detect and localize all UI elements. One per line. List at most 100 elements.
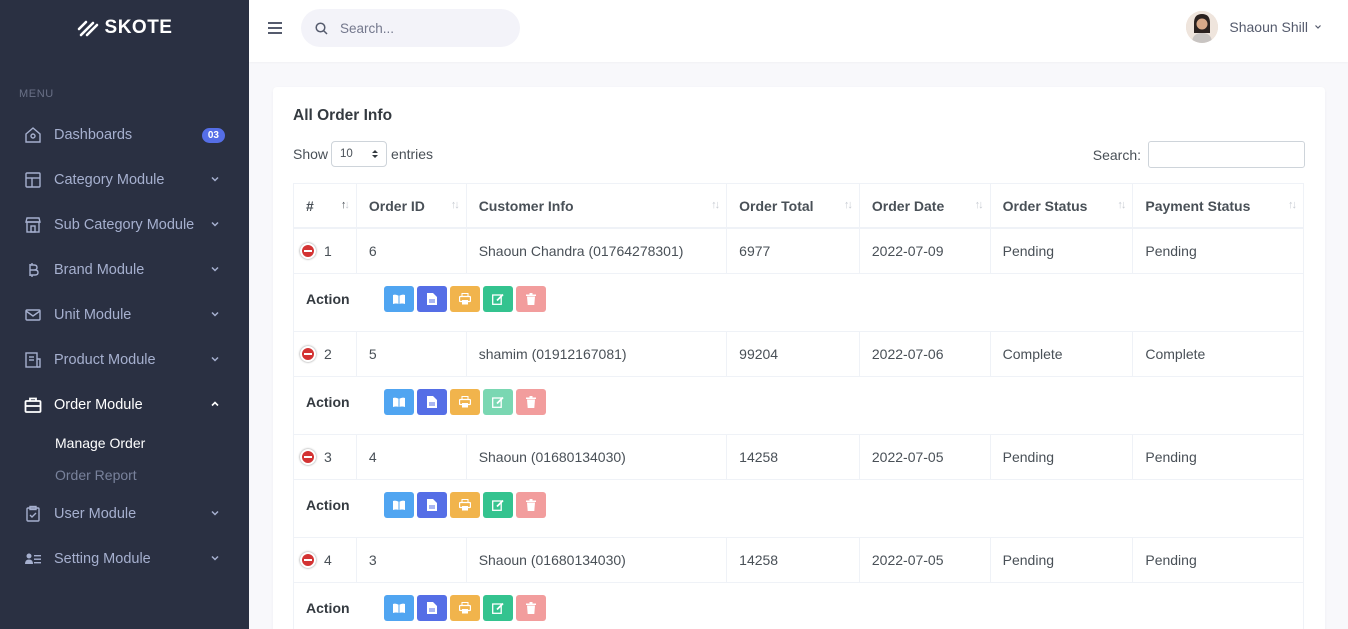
- invoice-button[interactable]: [417, 491, 447, 518]
- th-number[interactable]: # ↑↓: [294, 184, 357, 227]
- chevron-down-icon: [211, 510, 219, 516]
- date-cell: 2022-07-09: [860, 229, 991, 273]
- table-row[interactable]: 3 4 Shaoun (01680134030) 14258 2022-07-0…: [293, 435, 1304, 480]
- sidebar-item-user-module[interactable]: User Module: [0, 491, 249, 536]
- sidebar-item-order-module[interactable]: Order Module: [0, 382, 249, 427]
- sidebar-item-label: Sub Category Module: [54, 216, 195, 233]
- receipt-icon: [24, 351, 42, 369]
- table-row[interactable]: 1 6 Shaoun Chandra (01764278301) 6977 20…: [293, 229, 1304, 274]
- total-cell: 14258: [727, 435, 860, 479]
- sidebar-item-dashboards[interactable]: Dashboards 03: [0, 112, 249, 157]
- file-icon: [427, 498, 437, 511]
- delete-button[interactable]: [516, 491, 546, 518]
- sidebar-item-brand-module[interactable]: Brand Module: [0, 247, 249, 292]
- submenu-manage-order[interactable]: Manage Order: [0, 427, 249, 459]
- customer-cell: Shaoun (01680134030): [467, 435, 728, 479]
- th-order-total[interactable]: Order Total ↑↓: [727, 184, 860, 227]
- print-button[interactable]: [450, 285, 480, 312]
- print-button[interactable]: [450, 491, 480, 518]
- th-payment-status[interactable]: Payment Status ↑↓: [1133, 184, 1303, 227]
- th-customer-info[interactable]: Customer Info ↑↓: [467, 184, 728, 227]
- payment-status-cell: Pending: [1145, 449, 1197, 465]
- sidebar-item-sub-category-module[interactable]: Sub Category Module: [0, 202, 249, 247]
- printer-icon: [459, 395, 471, 407]
- table-row[interactable]: 4 3 Shaoun (01680134030) 14258 2022-07-0…: [293, 538, 1304, 583]
- action-buttons: [384, 388, 546, 415]
- collapse-icon[interactable]: [300, 346, 316, 362]
- search-icon: [315, 21, 328, 35]
- sidebar-item-label: User Module: [54, 505, 137, 522]
- total-cell: 6977: [727, 229, 860, 273]
- table-search-label: Search:: [1092, 146, 1141, 163]
- chevron-down-icon: [211, 176, 219, 182]
- sidebar-item-unit-module[interactable]: Unit Module: [0, 292, 249, 337]
- chevron-down-icon: [1315, 25, 1321, 29]
- user-dropdown[interactable]: Shaoun Shill: [1186, 11, 1322, 43]
- th-order-status[interactable]: Order Status ↑↓: [991, 184, 1134, 227]
- view-button[interactable]: [384, 594, 414, 621]
- action-label: Action: [306, 599, 350, 616]
- order-status-cell: Pending: [991, 538, 1134, 582]
- row-number-cell: 2: [294, 332, 357, 376]
- view-button[interactable]: [384, 388, 414, 415]
- book-open-icon: [393, 603, 405, 613]
- edit-icon: [492, 396, 504, 408]
- card-title: All Order Info: [293, 107, 393, 124]
- edit-button[interactable]: [483, 594, 513, 621]
- users-list-icon: [24, 550, 42, 568]
- book-open-icon: [393, 294, 405, 304]
- print-button[interactable]: [450, 594, 480, 621]
- user-name: Shaoun Shill: [1229, 19, 1308, 35]
- action-label: Action: [306, 496, 350, 513]
- topbar-search[interactable]: [301, 9, 520, 47]
- entries-value: 10: [340, 148, 353, 160]
- delete-button[interactable]: [516, 388, 546, 415]
- select-arrows-icon: [372, 150, 379, 158]
- invoice-button[interactable]: [417, 285, 447, 312]
- sidebar-item-label: Category Module: [54, 171, 165, 188]
- delete-button[interactable]: [516, 285, 546, 312]
- sort-icon: ↑↓: [340, 199, 350, 211]
- sidebar-item-label: Unit Module: [54, 306, 132, 323]
- invoice-button[interactable]: [417, 388, 447, 415]
- table-row[interactable]: 2 5 shamim (01912167081) 99204 2022-07-0…: [293, 332, 1304, 377]
- order-id-cell: 3: [357, 538, 467, 582]
- collapse-icon[interactable]: [300, 552, 316, 568]
- collapse-icon[interactable]: [300, 449, 316, 465]
- submenu-order-report[interactable]: Order Report: [0, 459, 249, 491]
- edit-icon: [492, 293, 504, 305]
- print-button[interactable]: [450, 388, 480, 415]
- action-buttons: [384, 594, 546, 621]
- show-entries: Show 10 entries: [293, 141, 433, 167]
- action-buttons: [384, 491, 546, 518]
- date-cell: 2022-07-05: [860, 538, 991, 582]
- row-actions: Action: [293, 480, 1304, 538]
- view-button[interactable]: [384, 285, 414, 312]
- invoice-button[interactable]: [417, 594, 447, 621]
- table-search-input[interactable]: [1148, 141, 1305, 168]
- collapse-icon[interactable]: [300, 243, 316, 259]
- edit-button[interactable]: [483, 285, 513, 312]
- edit-button[interactable]: [483, 491, 513, 518]
- th-order-date[interactable]: Order Date ↑↓: [860, 184, 991, 227]
- sidebar-item-category-module[interactable]: Category Module: [0, 157, 249, 202]
- date-cell: 2022-07-05: [860, 435, 991, 479]
- order-status-cell: Pending: [991, 229, 1134, 273]
- row-number: 2: [324, 346, 332, 362]
- sidebar-item-product-module[interactable]: Product Module: [0, 337, 249, 382]
- search-input[interactable]: [340, 20, 490, 36]
- sidebar-item-setting-module[interactable]: Setting Module: [0, 536, 249, 581]
- row-number-cell: 3: [294, 435, 357, 479]
- hamburger-menu-icon[interactable]: [267, 20, 283, 36]
- sidebar-nav: Dashboards 03 Category Module Sub Catego…: [0, 112, 249, 581]
- th-order-id[interactable]: Order ID ↑↓: [357, 184, 467, 227]
- row-actions: Action: [293, 274, 1304, 332]
- dashboards-badge: 03: [201, 128, 225, 143]
- chevron-down-icon: [211, 221, 219, 227]
- view-button[interactable]: [384, 491, 414, 518]
- entries-select[interactable]: 10: [331, 141, 388, 167]
- th-label: #: [306, 197, 314, 214]
- delete-button[interactable]: [516, 594, 546, 621]
- briefcase-icon: [24, 396, 42, 414]
- brand-logo[interactable]: SKOTE: [0, 0, 249, 56]
